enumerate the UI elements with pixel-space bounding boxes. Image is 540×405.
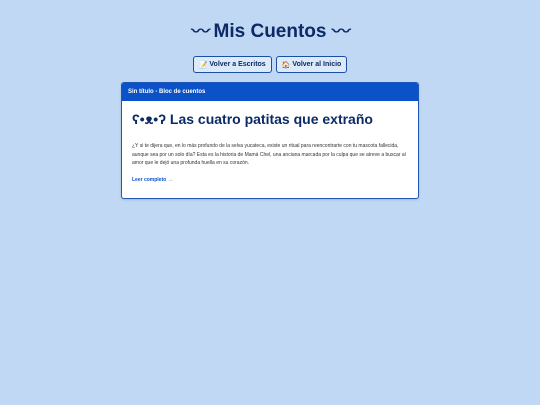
story-title-text: Las cuatro patitas que extraño [169,111,373,127]
back-to-home-button[interactable]: 🏠 Volver al Inicio [275,56,348,73]
bear-emoticon: ʕ•ᴥ•ʔ [132,111,166,127]
back-to-home-label: Volver al Inicio [292,61,342,68]
story-card: Sin título - Bloc de cuentos ʕ•ᴥ•ʔ Las c… [121,82,419,199]
site-title-text: Mis Cuentos [213,21,327,42]
story-title: ʕ•ᴥ•ʔ Las cuatro patitas que extraño [132,110,418,128]
wave-left-icon: 〰 [191,24,210,39]
memo-icon: 📝 [198,61,208,69]
nav-bar: 📝 Volver a Escritos 🏠 Volver al Inicio [0,56,540,73]
page: 〰 Mis Cuentos 〰 📝 Volver a Escritos 🏠 Vo… [0,0,540,405]
read-more-link[interactable]: Leer completo → [132,177,173,183]
back-to-writings-label: Volver a Escritos [209,61,266,68]
site-title: 〰 Mis Cuentos 〰 [0,20,540,44]
back-to-writings-button[interactable]: 📝 Volver a Escritos [192,56,272,73]
story-excerpt: ¿Y si te dijera que, en lo más profundo … [132,143,406,166]
house-icon: 🏠 [281,61,291,69]
wave-right-icon: 〰 [331,24,351,39]
card-header: Sin título - Bloc de cuentos [122,83,418,101]
